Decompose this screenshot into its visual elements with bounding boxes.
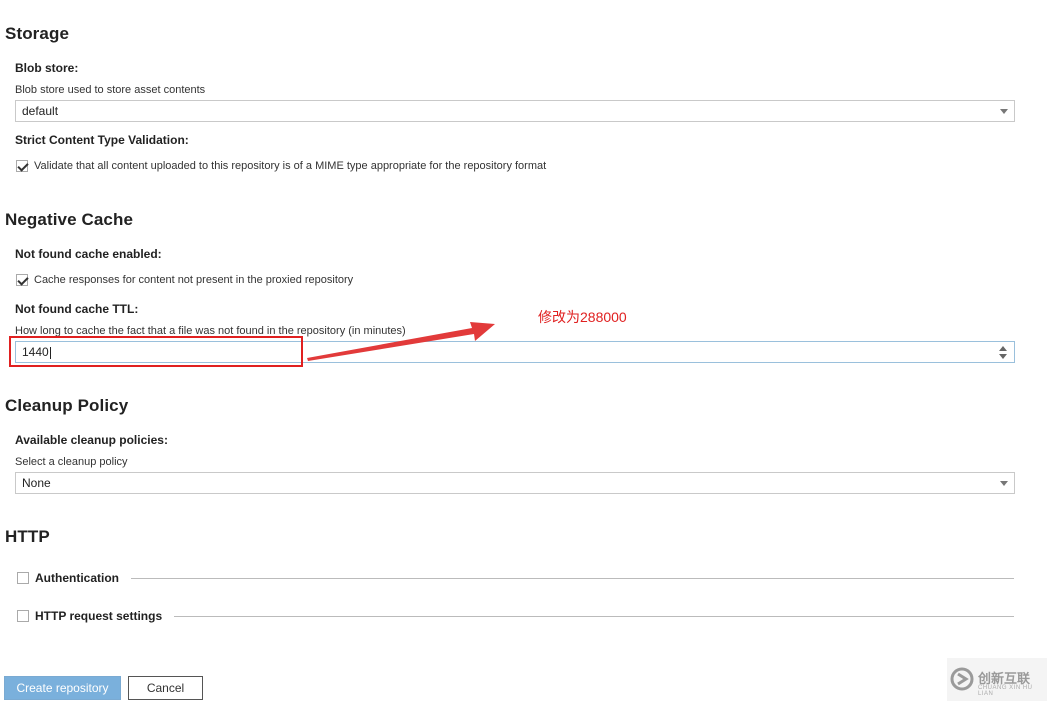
annotation-text: 修改为288000: [538, 309, 627, 325]
blob-store-value: default: [22, 104, 59, 118]
storage-section-title: Storage: [5, 24, 69, 43]
http-request-settings-label[interactable]: HTTP request settings: [35, 609, 162, 623]
create-repository-button[interactable]: Create repository: [4, 676, 121, 700]
checkmark-icon: [17, 160, 29, 172]
annotation-highlight-box: [9, 336, 303, 367]
chevron-down-icon[interactable]: [1000, 481, 1008, 486]
cleanup-policy-help: Select a cleanup policy: [15, 456, 128, 468]
watermark: 创新互联 CHUANG XIN HU LIAN: [947, 658, 1047, 701]
not-found-cache-ttl-label: Not found cache TTL:: [15, 302, 139, 316]
cleanup-policies-label: Available cleanup policies:: [15, 433, 168, 447]
chevron-down-icon[interactable]: [1000, 109, 1008, 114]
spin-up-icon[interactable]: [999, 346, 1007, 351]
spin-down-icon[interactable]: [999, 354, 1007, 359]
blob-store-help: Blob store used to store asset contents: [15, 84, 206, 96]
http-section-title: HTTP: [5, 527, 50, 546]
logo-icon: [950, 667, 974, 691]
blob-store-label: Blob store:: [15, 61, 79, 75]
watermark-subtext: CHUANG XIN HU LIAN: [978, 685, 1033, 697]
cancel-button[interactable]: Cancel: [128, 676, 203, 700]
annotation-arrow-icon: [307, 322, 495, 361]
negative-cache-section-title: Negative Cache: [5, 210, 134, 229]
checkmark-icon: [17, 274, 29, 286]
strict-validation-checkbox-label[interactable]: Validate that all content uploaded to th…: [34, 160, 546, 172]
cleanup-policy-select[interactable]: None: [15, 472, 1015, 494]
authentication-label[interactable]: Authentication: [35, 571, 119, 585]
not-found-cache-enabled-label: Not found cache enabled:: [15, 247, 162, 261]
cleanup-policy-value: None: [22, 476, 51, 490]
not-found-cache-checkbox-label[interactable]: Cache responses for content not present …: [34, 274, 353, 286]
http-request-settings-divider: [174, 616, 1014, 617]
http-request-settings-checkbox[interactable]: [17, 610, 29, 622]
cleanup-policy-section-title: Cleanup Policy: [5, 396, 129, 415]
authentication-checkbox[interactable]: [17, 572, 29, 584]
authentication-divider: [131, 578, 1014, 579]
strict-validation-checkbox[interactable]: [16, 160, 29, 172]
strict-validation-label: Strict Content Type Validation:: [15, 133, 189, 147]
blob-store-select[interactable]: default: [15, 100, 1015, 122]
not-found-cache-checkbox[interactable]: [16, 274, 29, 286]
